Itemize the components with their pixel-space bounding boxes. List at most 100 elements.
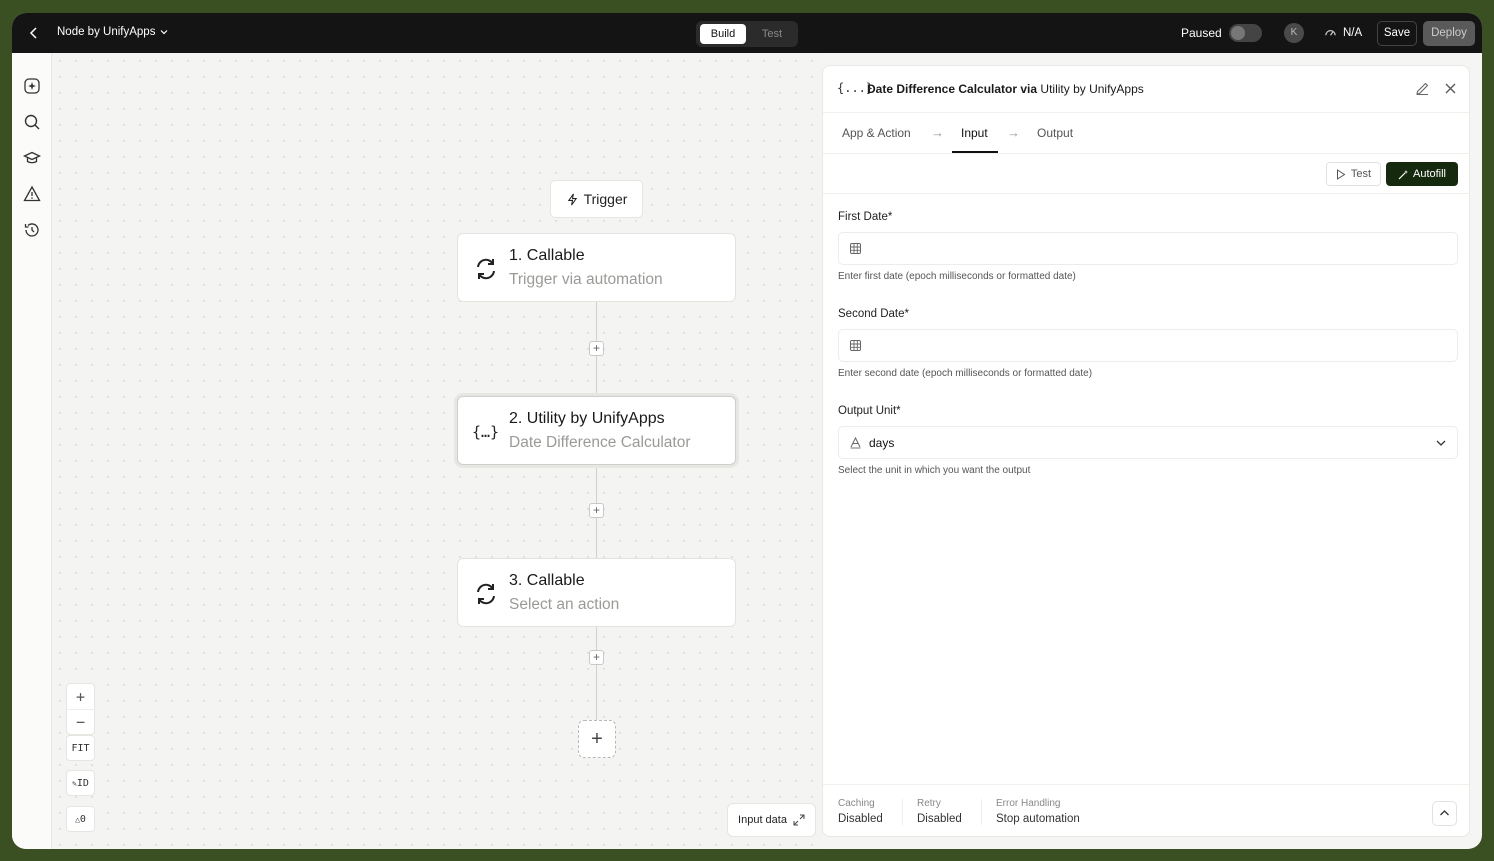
chevron-down-icon (1436, 440, 1446, 446)
braces-icon: {…} (472, 423, 500, 441)
workflow-node-2[interactable]: {…} 2. Utility by UnifyApps Date Differe… (457, 396, 736, 465)
autofill-label: Autofill (1412, 168, 1447, 180)
error-handling-key: Error Handling (996, 798, 1061, 809)
panel-header: {...} Date Difference Calculator via Uti… (823, 66, 1469, 113)
app-name: Node by UnifyApps (57, 26, 156, 38)
connector-line (596, 627, 597, 721)
text-type-icon (850, 436, 861, 449)
output-unit-label: Output Unit* (838, 405, 901, 417)
test-step-label: Test (1350, 168, 1372, 180)
step-config-panel: {...} Date Difference Calculator via Uti… (822, 65, 1470, 837)
node-title: 2. Utility by UnifyApps (509, 410, 665, 427)
build-tab[interactable]: Build (700, 24, 746, 44)
first-date-help: Enter first date (epoch milliseconds or … (838, 271, 1076, 282)
trigger-node[interactable]: Trigger (550, 180, 643, 218)
output-unit-help: Select the unit in which you want the ou… (838, 465, 1031, 476)
sparkle-badge-icon[interactable] (23, 77, 41, 95)
first-date-label: First Date* (838, 211, 893, 223)
play-icon (1336, 168, 1346, 180)
table-icon (850, 340, 861, 351)
lightning-icon (567, 193, 577, 205)
add-step-button[interactable]: + (589, 503, 604, 518)
second-date-help: Enter second date (epoch milliseconds or… (838, 368, 1093, 379)
edit-icon[interactable] (1415, 81, 1430, 96)
chevron-up-icon (1440, 810, 1449, 816)
retry-setting[interactable]: Retry Disabled (917, 798, 962, 825)
panel-title-app: Utility by UnifyApps (1040, 82, 1144, 96)
warnings-button[interactable]: △0 (66, 806, 95, 832)
node-subtitle: Select an action (509, 596, 620, 613)
history-icon[interactable] (23, 221, 41, 239)
save-button[interactable]: Save (1377, 21, 1417, 46)
add-step-button[interactable]: + (589, 341, 604, 356)
test-tab[interactable]: Test (752, 24, 792, 44)
warning-icon[interactable] (23, 185, 41, 203)
sync-icon (477, 583, 495, 605)
status-text: N/A (1343, 26, 1363, 39)
zoom-in-button[interactable]: + (67, 684, 94, 710)
sync-icon (477, 258, 495, 280)
node-subtitle: Date Difference Calculator (509, 434, 691, 451)
second-date-label: Second Date* (838, 308, 909, 320)
autofill-button[interactable]: Autofill (1386, 162, 1458, 186)
magic-wand-icon (1398, 169, 1408, 179)
top-bar: Node by UnifyApps Build Test Paused K N/… (12, 13, 1482, 53)
tab-output[interactable]: Output (1037, 126, 1073, 140)
app-name-dropdown[interactable]: Node by UnifyApps (57, 26, 169, 38)
second-date-field[interactable] (838, 329, 1458, 362)
warning-count: 0 (79, 814, 86, 825)
caching-key: Caching (838, 798, 875, 809)
node-title: 3. Callable (509, 572, 585, 589)
node-subtitle: Trigger via automation (509, 271, 663, 288)
zoom-out-button[interactable]: − (67, 710, 94, 735)
arrow-right-icon: → (931, 125, 944, 140)
error-handling-value: Stop automation (996, 813, 1080, 825)
caching-value: Disabled (838, 813, 883, 825)
output-unit-select[interactable]: days (838, 426, 1458, 459)
error-handling-setting[interactable]: Error Handling Stop automation (996, 798, 1080, 825)
test-step-button[interactable]: Test (1326, 162, 1381, 186)
table-icon (850, 243, 861, 254)
pause-toggle[interactable] (1229, 24, 1262, 42)
toggle-knob (1231, 26, 1245, 40)
id-toggle-button[interactable]: ✎ID (66, 770, 95, 796)
search-icon[interactable] (23, 113, 41, 131)
panel-tabs: App & Action → Input → Output (823, 113, 1469, 154)
panel-footer: Caching Disabled Retry Disabled Error Ha… (823, 784, 1469, 836)
arrow-right-icon: → (1007, 125, 1020, 140)
paused-label: Paused (1181, 26, 1222, 40)
input-data-button[interactable]: Input data (727, 803, 816, 837)
graduation-cap-icon[interactable] (23, 149, 41, 167)
zoom-controls: + − (66, 683, 95, 735)
deploy-button[interactable]: Deploy (1423, 21, 1475, 46)
divider (902, 799, 903, 825)
expand-icon (793, 814, 805, 826)
retry-key: Retry (917, 798, 941, 809)
expand-footer-button[interactable] (1432, 801, 1457, 826)
add-step-button[interactable]: + (589, 650, 604, 665)
active-tab-indicator (952, 151, 998, 153)
add-node-button[interactable]: + (578, 720, 616, 758)
mode-switch: Build Test (696, 21, 798, 47)
node-title: 1. Callable (509, 247, 585, 264)
back-arrow-icon[interactable] (26, 25, 42, 41)
tab-app-action[interactable]: App & Action (842, 126, 911, 140)
fit-view-button[interactable]: FIT (66, 735, 95, 761)
close-icon[interactable] (1444, 82, 1457, 95)
workflow-node-3[interactable]: 3. Callable Select an action (457, 558, 736, 627)
output-unit-value: days (869, 436, 895, 450)
panel-actions: Test Autofill (823, 154, 1469, 194)
chevron-down-icon (161, 30, 168, 35)
status-indicator[interactable]: N/A (1324, 26, 1362, 39)
avatar[interactable]: K (1284, 23, 1304, 43)
input-data-label: Input data (738, 814, 787, 826)
tab-input[interactable]: Input (961, 126, 988, 140)
id-label: ID (76, 778, 89, 789)
trigger-label: Trigger (583, 191, 628, 207)
first-date-field[interactable] (838, 232, 1458, 265)
workflow-node-1[interactable]: 1. Callable Trigger via automation (457, 233, 736, 302)
panel-title: Date Difference Calculator via Utility b… (867, 82, 1144, 96)
workflow-canvas[interactable]: Trigger 1. Callable Trigger via automati… (52, 53, 822, 849)
retry-value: Disabled (917, 813, 962, 825)
caching-setting[interactable]: Caching Disabled (838, 798, 883, 825)
